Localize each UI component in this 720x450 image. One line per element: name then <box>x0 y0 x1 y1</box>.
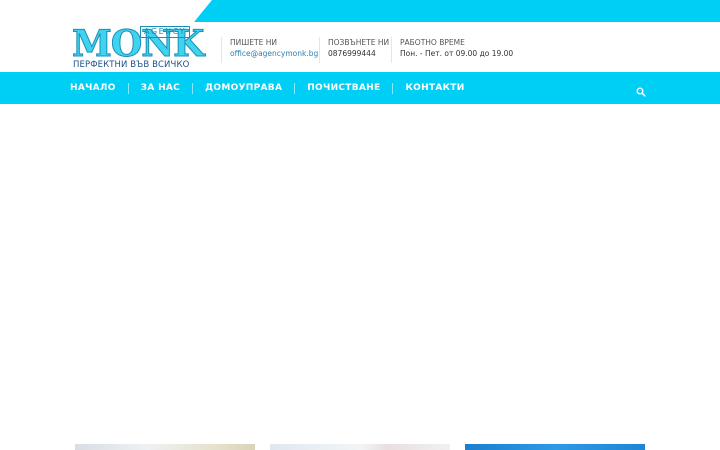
working-hours-label: РАБОТНО ВРЕМЕ <box>400 38 465 47</box>
contact-phone: ПОЗВЪНЕТЕ НИ 0876999444 <box>319 37 389 63</box>
site-header: MONK AGENCY ПЕРФЕКТНИ ВЪВ ВСИЧКО ПИШЕТЕ … <box>0 22 720 72</box>
top-bar-slant-cut <box>194 0 212 22</box>
nav-separator <box>294 82 296 94</box>
working-hours: РАБОТНО ВРЕМЕ Пон. - Пет. от 09.00 до 19… <box>391 37 513 63</box>
working-hours-value: Пон. - Пет. от 09.00 до 19.00 <box>400 49 514 58</box>
logo-tagline: ПЕРФЕКТНИ ВЪВ ВСИЧКО <box>73 60 190 70</box>
nav-separator <box>392 82 394 94</box>
contact-email: ПИШЕТЕ НИ office@agencymonk.bg <box>221 37 318 63</box>
service-card-image-1[interactable] <box>75 444 255 450</box>
top-bar <box>0 0 720 22</box>
nav-item-property-management[interactable]: ДОМОУПРАВА <box>205 83 282 93</box>
search-icon[interactable] <box>636 82 646 97</box>
logo-badge: AGENCY <box>140 26 190 38</box>
nav-item-home[interactable]: НАЧАЛО <box>70 83 116 93</box>
hero-area <box>0 104 720 442</box>
top-bar-accent <box>212 0 720 22</box>
nav-item-contacts[interactable]: КОНТАКТИ <box>405 83 464 93</box>
nav-separator <box>192 82 194 94</box>
nav-separator <box>127 82 129 94</box>
contact-email-link[interactable]: office@agencymonk.bg <box>230 48 318 59</box>
contact-email-label: ПИШЕТЕ НИ <box>230 38 277 47</box>
contact-phone-label: ПОЗВЪНЕТЕ НИ <box>328 38 390 47</box>
service-card-image-3[interactable] <box>465 444 645 450</box>
service-card-image-2[interactable] <box>270 444 450 450</box>
contact-phone-value: 0876999444 <box>328 49 376 58</box>
main-navigation: НАЧАЛО ЗА НАС ДОМОУПРАВА ПОЧИСТВАНЕ КОНТ… <box>0 72 720 104</box>
nav-item-cleaning[interactable]: ПОЧИСТВАНЕ <box>307 83 380 93</box>
site-logo[interactable]: MONK AGENCY ПЕРФЕКТНИ ВЪВ ВСИЧКО <box>71 24 204 71</box>
nav-item-about[interactable]: ЗА НАС <box>141 83 180 93</box>
